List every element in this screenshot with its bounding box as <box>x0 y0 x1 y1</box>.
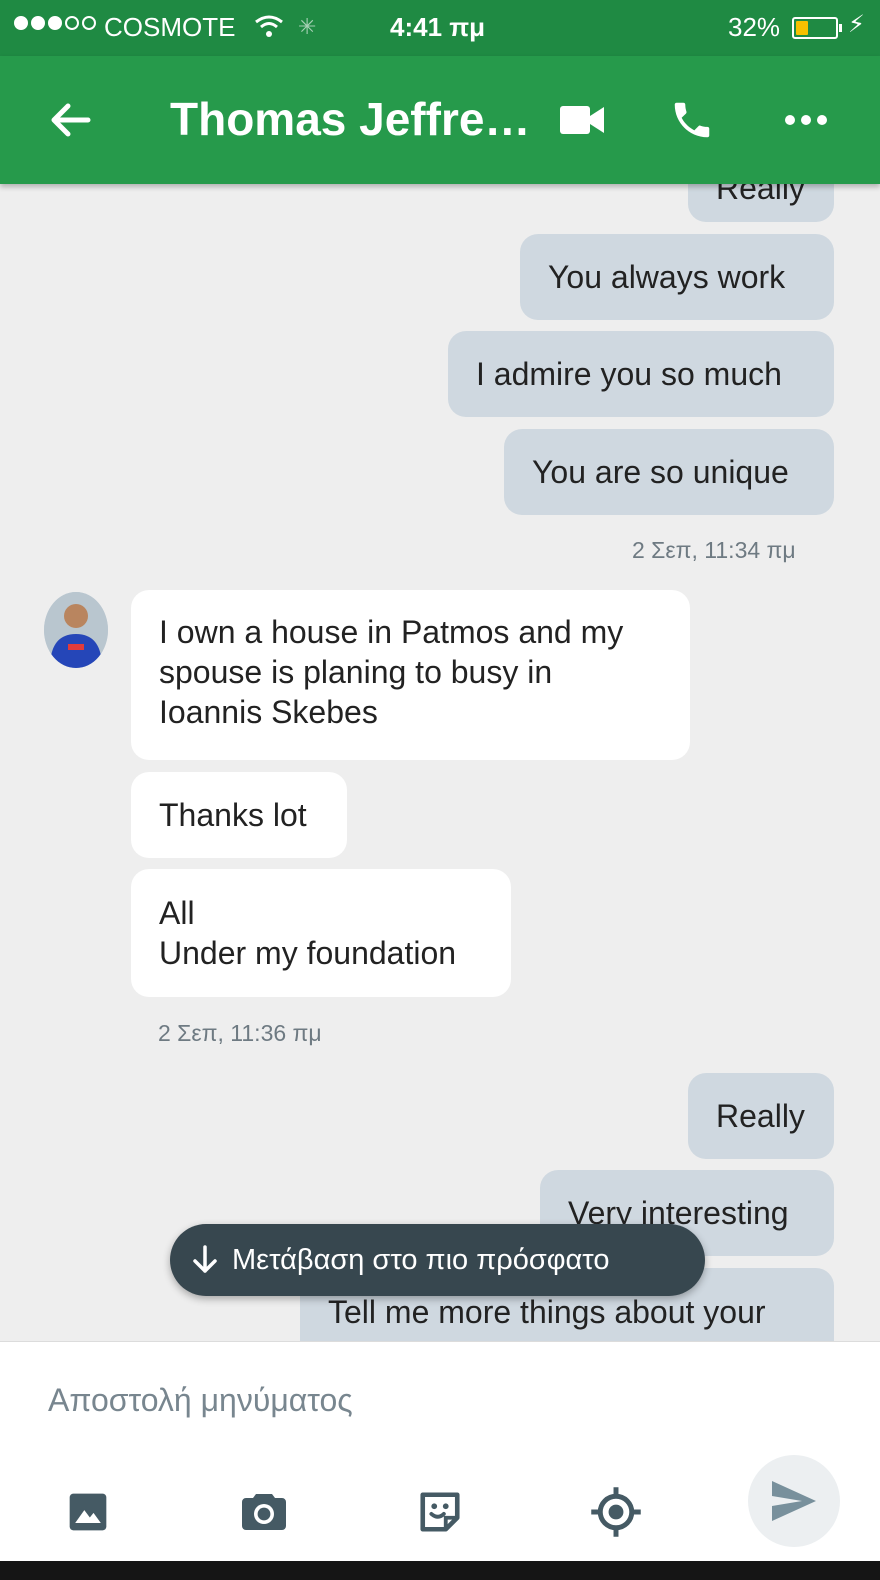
signal-strength-icon <box>14 16 96 30</box>
camera-icon <box>242 1494 286 1530</box>
conversation-area[interactable]: Really You always work I admire you so m… <box>0 184 880 1341</box>
incoming-message[interactable]: I own a house in Patmos and my spouse is… <box>131 590 690 760</box>
send-icon <box>772 1481 816 1521</box>
outgoing-message[interactable]: Really <box>688 184 834 222</box>
status-bar: COSMOTE ✳ 4:41 πμ 32% ⚡ <box>0 0 880 56</box>
message-text: You always work <box>548 259 786 295</box>
back-button[interactable] <box>40 90 100 150</box>
attach-image-button[interactable] <box>58 1482 118 1542</box>
message-text: I admire you so much <box>476 356 782 392</box>
message-text: Thanks lot <box>159 797 307 833</box>
message-text-line: spouse is planing to busy in <box>159 654 553 690</box>
jump-to-latest-button[interactable]: Μετάβαση στο πιο πρόσφατο <box>170 1224 705 1296</box>
message-timestamp: 2 Σεπ, 11:36 πμ <box>158 1020 322 1046</box>
outgoing-message[interactable]: Really <box>688 1073 834 1159</box>
share-location-button[interactable] <box>586 1482 646 1542</box>
message-text: You are so unique <box>532 454 789 490</box>
message-text: Tell me more things about your <box>328 1294 766 1330</box>
message-text-line: Ioannis Skebes <box>159 694 378 730</box>
sticker-icon <box>420 1492 460 1532</box>
wifi-icon <box>255 15 283 37</box>
activity-spinner-icon: ✳ <box>298 14 317 39</box>
image-icon <box>69 1493 107 1531</box>
conversation-title[interactable]: Thomas Jeffre… <box>170 92 530 146</box>
sticker-button[interactable] <box>410 1482 470 1542</box>
message-text: Really <box>716 184 805 206</box>
location-icon <box>591 1487 641 1537</box>
message-timestamp: 2 Σεπ, 11:34 πμ <box>632 537 796 563</box>
app-bar: Thomas Jeffre… <box>0 56 880 184</box>
videocam-icon <box>560 106 604 134</box>
more-options-button[interactable] <box>776 90 836 150</box>
jump-to-latest-label: Μετάβαση στο πιο πρόσφατο <box>232 1243 610 1276</box>
incoming-message[interactable]: Thanks lot <box>131 772 347 858</box>
message-input[interactable] <box>48 1372 828 1428</box>
contact-photo-icon <box>44 592 108 668</box>
voice-call-button[interactable] <box>662 90 722 150</box>
battery-icon <box>792 17 842 39</box>
more-horiz-icon <box>785 115 827 125</box>
incoming-message[interactable]: All Under my foundation <box>131 869 511 997</box>
outgoing-message[interactable]: I admire you so much <box>448 331 834 417</box>
message-text: Really <box>716 1098 805 1134</box>
message-text-line: Under my foundation <box>159 935 457 971</box>
charging-icon: ⚡ <box>848 11 865 38</box>
arrow-down-icon <box>193 1245 217 1273</box>
arrow-back-icon <box>51 103 91 137</box>
outgoing-message[interactable]: You always work <box>520 234 834 320</box>
compose-bar <box>0 1341 880 1561</box>
message-text-line: All <box>159 895 195 931</box>
message-text-line: I own a house in Patmos and my <box>159 614 624 650</box>
camera-button[interactable] <box>234 1482 294 1542</box>
battery-percent: 32% <box>728 12 781 42</box>
bottom-edge <box>0 1561 880 1580</box>
video-call-button[interactable] <box>552 90 612 150</box>
avatar[interactable] <box>44 592 108 668</box>
outgoing-message[interactable]: You are so unique <box>504 429 834 515</box>
phone-icon <box>674 102 710 138</box>
status-time: 4:41 πμ <box>390 12 486 42</box>
carrier-name: COSMOTE <box>104 12 236 42</box>
send-button[interactable] <box>748 1455 840 1547</box>
